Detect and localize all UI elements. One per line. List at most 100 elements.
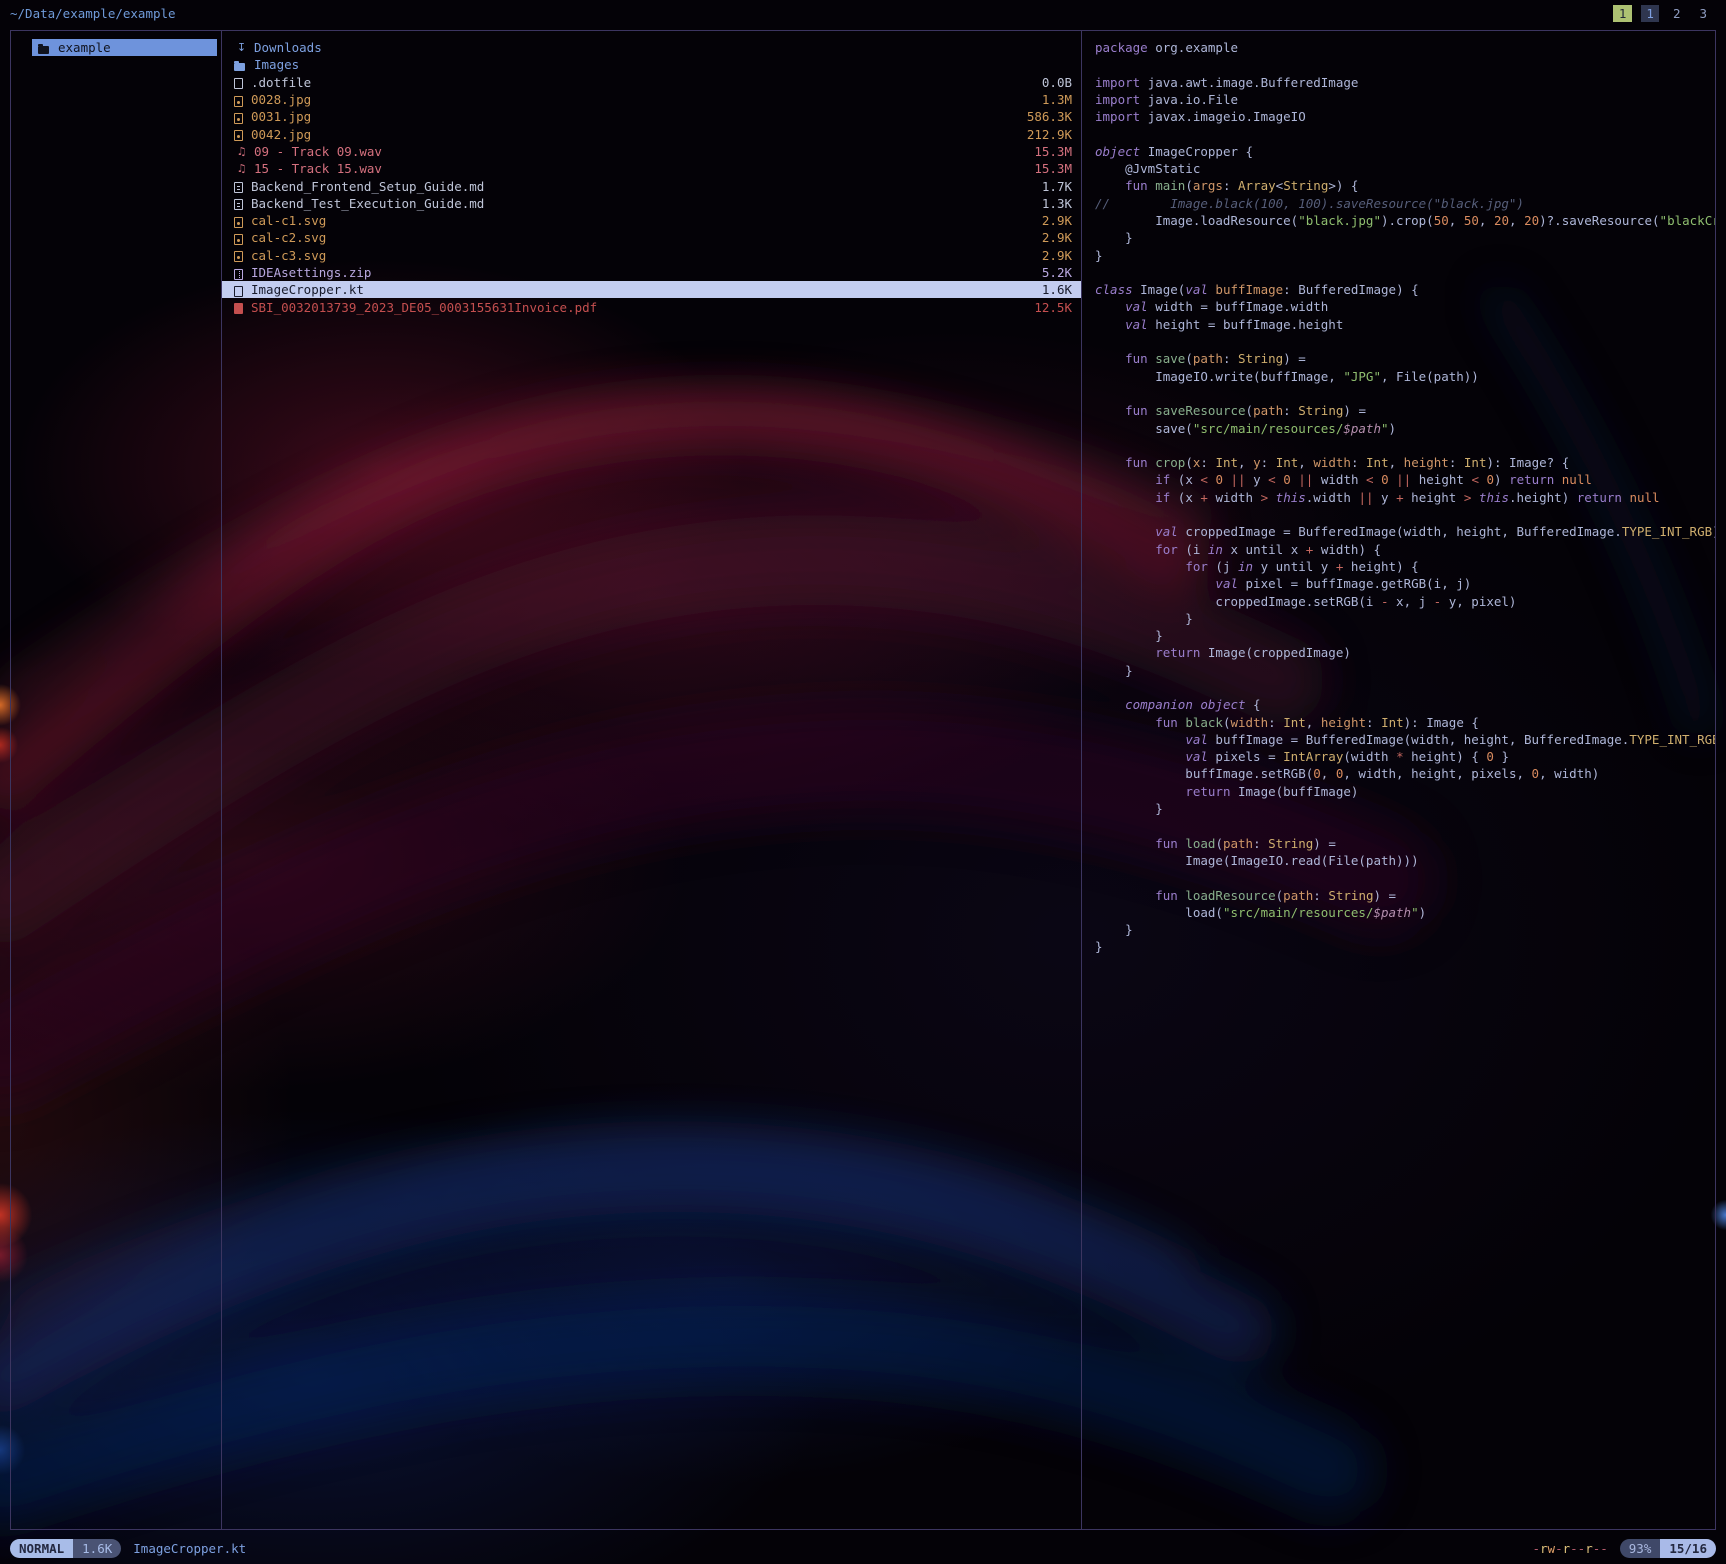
code-line <box>1095 385 1715 402</box>
code-line: } <box>1095 921 1715 938</box>
tab-1[interactable]: 1 <box>1641 5 1659 22</box>
code-line <box>1095 437 1715 454</box>
code-line: save("src/main/resources/$path") <box>1095 420 1715 437</box>
top-bar: ~/Data/example/example 1 123 <box>0 0 1726 28</box>
file-icon <box>234 286 243 297</box>
file-size: 15.3M <box>1034 144 1072 159</box>
code-line <box>1095 333 1715 350</box>
file-name: cal-c1.svg <box>251 213 1032 228</box>
status-left: NORMAL 1.6K ImageCropper.kt <box>10 1538 246 1558</box>
file-list-panel: ↧DownloadsImages .dotfile 0.0B 0028.jpg 1.3M… <box>222 31 1082 1529</box>
tab-bar: 1 123 <box>1613 5 1712 22</box>
code-line: buffImage.setRGB(0, 0, width, height, pi… <box>1095 765 1715 782</box>
code-line: Image(ImageIO.read(File(path))) <box>1095 852 1715 869</box>
cursor-position-badge: 15/16 <box>1660 1539 1716 1558</box>
code-line: import java.awt.image.BufferedImage <box>1095 74 1715 91</box>
scroll-percent-badge: 93% <box>1620 1539 1661 1558</box>
file-row[interactable]: SBI_0032013739_2023_DE05_0003155631Invoi… <box>222 298 1081 315</box>
markdown-icon <box>234 199 243 210</box>
code-line <box>1095 869 1715 886</box>
file-row[interactable]: Backend_Frontend_Setup_Guide.md1.7K <box>222 177 1081 194</box>
file-size: 1.7K <box>1042 179 1072 194</box>
file-preview-panel: package org.example import java.awt.imag… <box>1082 31 1715 1529</box>
code-line: package org.example <box>1095 39 1715 56</box>
file-name: 0028.jpg <box>251 92 1032 107</box>
status-bar: NORMAL 1.6K ImageCropper.kt -rw-r--r-- 9… <box>0 1538 1726 1558</box>
code-line: fun save(path: String) = <box>1095 350 1715 367</box>
image-icon <box>234 217 243 228</box>
code-line: } <box>1095 800 1715 817</box>
file-size: 1.3M <box>1042 92 1072 107</box>
code-line: fun crop(x: Int, y: Int, width: Int, hei… <box>1095 454 1715 471</box>
audio-icon: ♫ <box>234 145 249 158</box>
code-line: fun loadResource(path: String) = <box>1095 887 1715 904</box>
code-line: } <box>1095 247 1715 264</box>
file-name: IDEAsettings.zip <box>251 265 1032 280</box>
code-line: val croppedImage = BufferedImage(width, … <box>1095 523 1715 540</box>
file-row[interactable]: 0028.jpg 1.3M <box>222 91 1081 108</box>
file-size: 0.0B <box>1042 75 1072 90</box>
code-line: import java.io.File <box>1095 91 1715 108</box>
file-size: 5.2K <box>1042 265 1072 280</box>
folder-icon <box>234 63 245 71</box>
file-row[interactable]: Images <box>222 56 1081 73</box>
file-row[interactable]: 0042.jpg212.9K <box>222 125 1081 142</box>
file-row[interactable]: IDEAsettings.zip 5.2K <box>222 264 1081 281</box>
file-name: Downloads <box>254 40 1072 55</box>
code-line: class Image(val buffImage: BufferedImage… <box>1095 281 1715 298</box>
file-manager-frame: example ↧DownloadsImages.dotfile0.0B0028… <box>10 30 1716 1530</box>
code-line: fun load(path: String) = <box>1095 835 1715 852</box>
file-size: 586.3K <box>1027 109 1072 124</box>
file-size: 2.9K <box>1042 230 1072 245</box>
image-icon <box>234 234 243 245</box>
file-row[interactable]: ↧Downloads <box>222 39 1081 56</box>
tab-flag-badge: 1 <box>1613 5 1633 22</box>
file-name: Images <box>254 57 1072 72</box>
file-row[interactable]: 0031.jpg586.3K <box>222 108 1081 125</box>
file-name: cal-c2.svg <box>251 230 1032 245</box>
code-line: import javax.imageio.ImageIO <box>1095 108 1715 125</box>
file-name: cal-c3.svg <box>251 248 1032 263</box>
file-row[interactable]: ♫ 15 - Track 15.wav 15.3M <box>222 160 1081 177</box>
permissions-label: -rw-r--r-- <box>1532 1541 1607 1556</box>
mode-indicator: NORMAL <box>10 1539 73 1558</box>
file-size: 15.3M <box>1034 161 1072 176</box>
file-row[interactable]: Backend_Test_Execution_Guide.md 1.3K <box>222 195 1081 212</box>
zip-icon <box>234 269 243 280</box>
tab-3[interactable]: 3 <box>1694 5 1712 22</box>
audio-icon: ♫ <box>234 162 249 175</box>
code-line: return Image(croppedImage) <box>1095 644 1715 661</box>
image-icon <box>234 251 243 262</box>
code-preview: package org.example import java.awt.imag… <box>1095 39 1715 956</box>
file-name: SBI_0032013739_2023_DE05_0003155631Invoi… <box>251 300 1024 315</box>
code-line <box>1095 506 1715 523</box>
code-line <box>1095 56 1715 73</box>
tab-2[interactable]: 2 <box>1668 5 1686 22</box>
file-row[interactable]: cal-c3.svg2.9K <box>222 247 1081 264</box>
code-line: if (x < 0 || y < 0 || width < 0 || heigh… <box>1095 471 1715 488</box>
code-line: croppedImage.setRGB(i - x, j - y, pixel) <box>1095 593 1715 610</box>
parent-dir-item[interactable]: example <box>32 39 217 56</box>
file-name: example <box>58 40 211 55</box>
code-line: Image.loadResource("black.jpg").crop(50,… <box>1095 212 1715 229</box>
file-row[interactable]: cal-c2.svg 2.9K <box>222 229 1081 246</box>
file-name: .dotfile <box>251 75 1032 90</box>
file-row[interactable]: ♫ 09 - Track 09.wav 15.3M <box>222 143 1081 160</box>
code-line: val height = buffImage.height <box>1095 316 1715 333</box>
file-name: 15 - Track 15.wav <box>254 161 1024 176</box>
code-line: fun main(args: Array<String>) { <box>1095 177 1715 194</box>
file-name: 09 - Track 09.wav <box>254 144 1024 159</box>
file-row[interactable]: ImageCropper.kt1.6K <box>222 281 1081 298</box>
code-line: val pixel = buffImage.getRGB(i, j) <box>1095 575 1715 592</box>
file-size: 1.3K <box>1042 196 1072 211</box>
file-name: Backend_Test_Execution_Guide.md <box>251 196 1032 211</box>
markdown-icon <box>234 182 243 193</box>
file-name: 0042.jpg <box>251 127 1017 142</box>
file-row[interactable]: cal-c1.svg2.9K <box>222 212 1081 229</box>
code-line: object ImageCropper { <box>1095 143 1715 160</box>
code-line: ImageIO.write(buffImage, "JPG", File(pat… <box>1095 368 1715 385</box>
code-line: companion object { <box>1095 696 1715 713</box>
code-line: } <box>1095 610 1715 627</box>
code-line <box>1095 817 1715 834</box>
file-row[interactable]: .dotfile 0.0B <box>222 74 1081 91</box>
